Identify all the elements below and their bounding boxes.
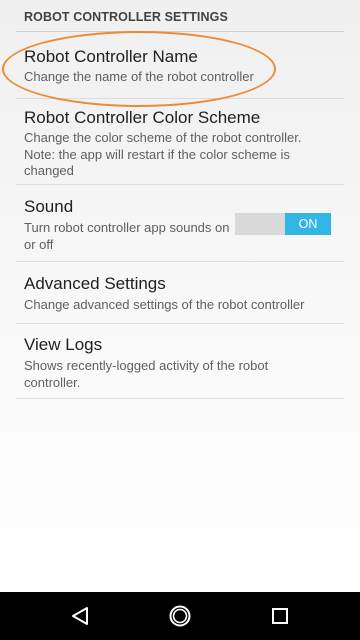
sound-toggle[interactable]: ON (235, 213, 331, 235)
settings-screen: ROBOT CONTROLLER SETTINGS Robot Controll… (0, 0, 360, 592)
section-title: ROBOT CONTROLLER SETTINGS (24, 10, 228, 24)
section-header: ROBOT CONTROLLER SETTINGS (16, 0, 344, 32)
pref-view-logs[interactable]: View Logs Shows recently-logged activity… (16, 324, 344, 399)
pref-summary: Turn robot controller app sounds on or o… (24, 220, 230, 252)
pref-summary: Change advanced settings of the robot co… (24, 297, 305, 312)
recents-button[interactable] (250, 592, 310, 640)
pref-title: View Logs (24, 335, 103, 354)
home-button[interactable] (150, 592, 210, 640)
pref-advanced-settings[interactable]: Advanced Settings Change advanced settin… (16, 262, 344, 324)
pref-title: Robot Controller Name (24, 47, 198, 66)
navigation-bar (0, 592, 360, 640)
sound-toggle-knob: ON (285, 213, 331, 235)
pref-summary: Change the color scheme of the robot con… (24, 130, 302, 178)
pref-summary: Change the name of the robot controller (24, 69, 254, 84)
pref-title: Advanced Settings (24, 274, 166, 293)
back-icon (72, 607, 88, 625)
pref-title: Robot Controller Color Scheme (24, 108, 261, 127)
back-button[interactable] (50, 592, 110, 640)
recents-icon (272, 608, 288, 624)
pref-robot-controller-name[interactable]: Robot Controller Name Change the name of… (16, 33, 344, 99)
pref-color-scheme[interactable]: Robot Controller Color Scheme Change the… (16, 99, 344, 185)
pref-summary: Shows recently-logged activity of the ro… (24, 358, 269, 390)
pref-sound[interactable]: Sound Turn robot controller app sounds o… (16, 185, 344, 262)
pref-title: Sound (24, 197, 74, 216)
home-icon (169, 605, 191, 627)
